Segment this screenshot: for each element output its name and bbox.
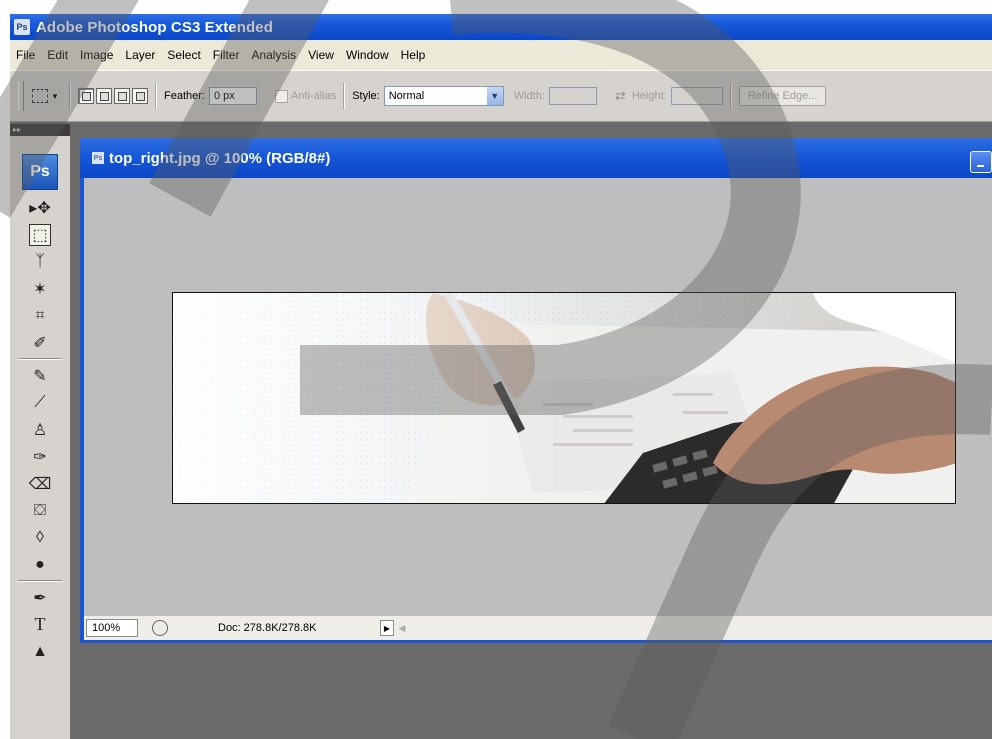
doc-size-info: Doc: 278.8K/278.8K — [218, 622, 317, 634]
new-selection-mode-button[interactable] — [78, 88, 94, 104]
menu-help[interactable]: Help — [395, 48, 432, 62]
image-calculator-hands — [172, 292, 956, 504]
menu-layer[interactable]: Layer — [119, 48, 161, 62]
status-menu-play-icon[interactable]: ▶ — [380, 620, 394, 636]
crop-tool-icon: ⌗ — [35, 306, 45, 324]
intersect-selection-mode-button[interactable] — [132, 88, 148, 104]
menu-file[interactable]: File — [10, 48, 41, 62]
menu-edit[interactable]: Edit — [41, 48, 74, 62]
eraser-tool-icon: ⌫ — [28, 475, 52, 493]
brush-tool[interactable]: ⟋ — [10, 389, 70, 416]
height-input[interactable] — [670, 87, 723, 105]
feather-label: Feather: — [164, 90, 205, 102]
add-to-selection-mode-button[interactable] — [96, 88, 112, 104]
document-window: Ps top_right.jpg @ 100% (RGB/8#) 100% Do… — [80, 138, 992, 643]
crop-tool[interactable]: ⌗ — [10, 302, 70, 329]
rectangular-marquee-tool-icon: ⬚ — [29, 223, 51, 246]
clone-stamp-tool[interactable]: ♙ — [10, 416, 70, 443]
path-selection-tool-icon: ▲ — [32, 642, 48, 660]
dodge-tool-icon: ● — [35, 555, 45, 573]
blur-tool[interactable]: ◊ — [10, 524, 70, 551]
history-brush-tool-icon: ✑ — [33, 448, 47, 466]
style-select-value: Normal — [388, 90, 425, 102]
document-title-bar[interactable]: Ps top_right.jpg @ 100% (RGB/8#) — [80, 138, 992, 178]
photoshop-logo[interactable]: Ps — [22, 154, 58, 190]
pen-tool-icon: ✒ — [33, 589, 47, 607]
subtract-from-selection-mode-button[interactable] — [114, 88, 130, 104]
healing-brush-tool[interactable]: ✎ — [10, 362, 70, 389]
swap-dimensions-icon[interactable]: ⇄ — [615, 88, 626, 104]
style-label: Style: — [352, 90, 380, 102]
width-input[interactable] — [548, 87, 597, 105]
document-status-bar: 100% Doc: 278.8K/278.8K ▶ ◀ — [80, 616, 992, 643]
photo-artwork — [173, 293, 955, 503]
photoshop-app-icon: Ps — [14, 19, 30, 35]
tool-options-bar: ▼ Feather: 0 px Anti-alias Style: Normal… — [10, 70, 992, 122]
brush-tool-icon: ⟋ — [34, 393, 46, 411]
style-select[interactable]: Normal ▼ — [383, 86, 504, 106]
tool-preset-picker[interactable]: ▼ — [32, 85, 62, 107]
move-tool-icon: ▸✥ — [29, 199, 51, 217]
divider — [18, 358, 62, 360]
refine-edge-button[interactable]: Refine Edge... — [738, 86, 827, 106]
width-label: Width: — [513, 90, 545, 102]
antialias-label: Anti-alias — [290, 90, 337, 102]
paint-bucket-tool-icon: ⛋ — [33, 501, 47, 519]
lasso-tool-icon: ᛉ — [35, 252, 45, 270]
divider — [69, 83, 71, 109]
magic-wand-tool-icon: ✶ — [33, 280, 47, 298]
menu-view[interactable]: View — [302, 48, 340, 62]
antialias-checkbox[interactable] — [274, 89, 288, 103]
panel-collapse-icon[interactable]: ▸▸ — [10, 124, 70, 136]
path-selection-tool[interactable]: ▲ — [10, 638, 70, 665]
slice-tool-icon: ✐ — [33, 334, 47, 352]
scroll-left-icon[interactable]: ◀ — [396, 621, 408, 635]
magic-wand-tool[interactable]: ✶ — [10, 275, 70, 302]
slice-tool[interactable]: ✐ — [10, 329, 70, 356]
divider — [155, 83, 157, 109]
type-tool-icon: T — [34, 614, 46, 634]
menu-select[interactable]: Select — [161, 48, 206, 62]
tools-panel: ▸▸ Ps ▸✥ ⬚ ᛉ ✶ ⌗ ✐ ✎ ⟋ ♙ ✑ ⌫ ⛋ ◊ ● ✒ T ▲ — [10, 124, 70, 739]
pen-tool[interactable]: ✒ — [10, 584, 70, 611]
dodge-tool[interactable]: ● — [10, 551, 70, 578]
menu-window[interactable]: Window — [340, 48, 395, 62]
divider — [343, 83, 346, 109]
healing-brush-tool-icon: ✎ — [33, 367, 47, 385]
selection-mode-group — [78, 88, 148, 104]
menu-bar: File Edit Image Layer Select Filter Anal… — [10, 40, 992, 70]
app-title-bar: Ps Adobe Photoshop CS3 Extended — [10, 14, 992, 40]
divider — [18, 580, 62, 582]
lasso-tool[interactable]: ᛉ — [10, 248, 70, 275]
paint-bucket-tool[interactable]: ⛋ — [10, 497, 70, 524]
clone-stamp-tool-icon: ♙ — [32, 421, 48, 439]
history-brush-tool[interactable]: ✑ — [10, 443, 70, 470]
options-bar-grip[interactable] — [18, 81, 24, 111]
feather-input[interactable]: 0 px — [208, 87, 257, 105]
clock-icon[interactable] — [152, 620, 168, 636]
menu-analysis[interactable]: Analysis — [245, 48, 302, 62]
zoom-level-field[interactable]: 100% — [86, 619, 138, 637]
type-tool[interactable]: T — [10, 611, 70, 638]
marquee-preset-icon — [32, 89, 48, 103]
menu-filter[interactable]: Filter — [207, 48, 246, 62]
eraser-tool[interactable]: ⌫ — [10, 470, 70, 497]
rectangular-marquee-tool[interactable]: ⬚ — [10, 221, 70, 248]
chevron-down-icon: ▼ — [51, 91, 59, 101]
app-title: Adobe Photoshop CS3 Extended — [36, 18, 273, 36]
blur-tool-icon: ◊ — [36, 528, 44, 546]
minimize-button[interactable] — [970, 151, 992, 173]
document-title: top_right.jpg @ 100% (RGB/8#) — [109, 149, 331, 167]
canvas-area[interactable] — [80, 178, 992, 616]
chevron-down-icon[interactable]: ▼ — [486, 87, 503, 105]
document-icon: Ps — [92, 152, 104, 164]
divider — [729, 83, 732, 109]
menu-image[interactable]: Image — [74, 48, 119, 62]
move-tool[interactable]: ▸✥ — [10, 194, 70, 221]
height-label: Height: — [631, 90, 667, 102]
